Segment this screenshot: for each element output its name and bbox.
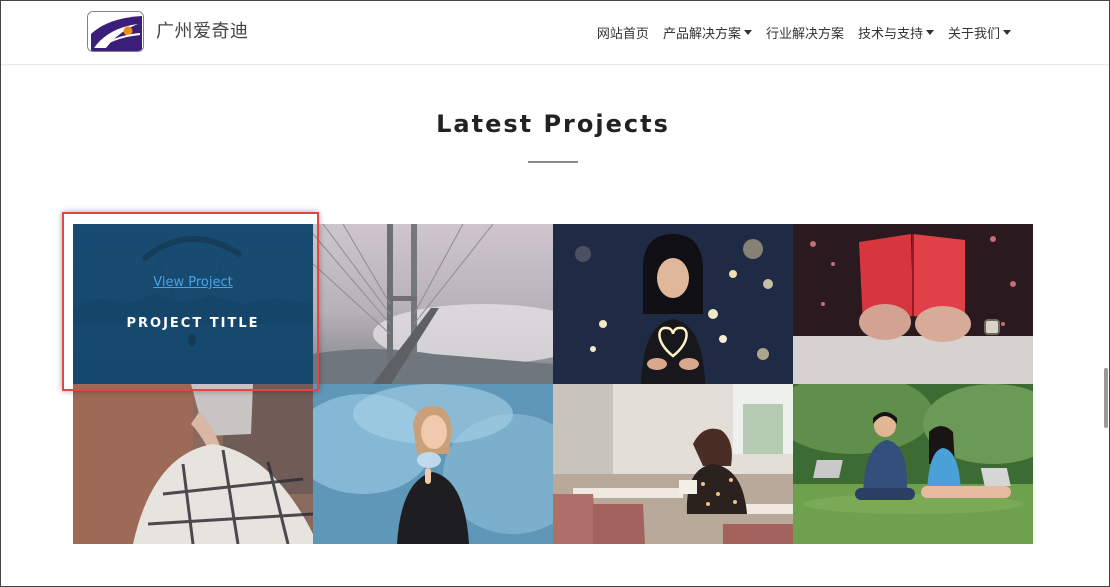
project-image [553,384,793,544]
top-navbar: 广州爱奇迪 网站首页 产品解决方案 行业解决方案 技术与支持 关于我们 [1,1,1109,65]
project-image [793,384,1033,544]
caret-down-icon [743,30,752,35]
project-tile-couple-grass[interactable] [793,384,1033,544]
project-tile-bridge[interactable] [313,224,553,384]
nav-item-label: 行业解决方案 [765,27,844,42]
project-hover-overlay [73,224,313,384]
project-tile-plaid-bag[interactable] [73,384,313,544]
company-logo-icon[interactable] [87,11,144,52]
project-image [793,224,1033,384]
caret-down-icon [925,30,934,35]
nav-item-tech-support[interactable]: 技术与支持 [858,23,934,42]
nav-item-label: 技术与支持 [857,27,923,42]
nav-item-label: 关于我们 [947,27,1000,42]
nav-item-home[interactable]: 网站首页 [597,23,649,42]
nav-item-label: 产品解决方案 [662,27,741,42]
view-project-link[interactable]: View Project [73,275,313,290]
project-tile-blue-smoke[interactable] [313,384,553,544]
project-tile-paraglider[interactable]: View Project PROJECT TITLE [73,224,313,384]
project-image [553,224,793,384]
projects-grid: View Project PROJECT TITLE [73,224,1033,544]
brand[interactable]: 广州爱奇迪 [87,11,249,52]
nav-item-label: 网站首页 [596,27,649,42]
caret-down-icon [1003,30,1011,35]
nav-item-about-us[interactable]: 关于我们 [948,23,1011,42]
scrollbar-track[interactable] [1103,65,1109,586]
scrollbar-thumb[interactable] [1104,368,1108,428]
brand-name[interactable]: 广州爱奇迪 [156,17,249,43]
nav-item-industry-solutions[interactable]: 行业解决方案 [766,23,844,42]
project-title: PROJECT TITLE [126,316,260,331]
title-divider [528,161,578,163]
project-tile-cafe-reading[interactable] [553,384,793,544]
nav-item-product-solutions[interactable]: 产品解决方案 [663,23,752,42]
main-nav: 网站首页 产品解决方案 行业解决方案 技术与支持 关于我们 [597,23,1011,42]
section-title: Latest Projects [436,110,670,138]
project-tile-red-book[interactable] [793,224,1033,384]
project-image [73,384,313,544]
project-tile-heart-lights[interactable] [553,224,793,384]
project-image [313,224,553,384]
project-image [313,384,553,544]
